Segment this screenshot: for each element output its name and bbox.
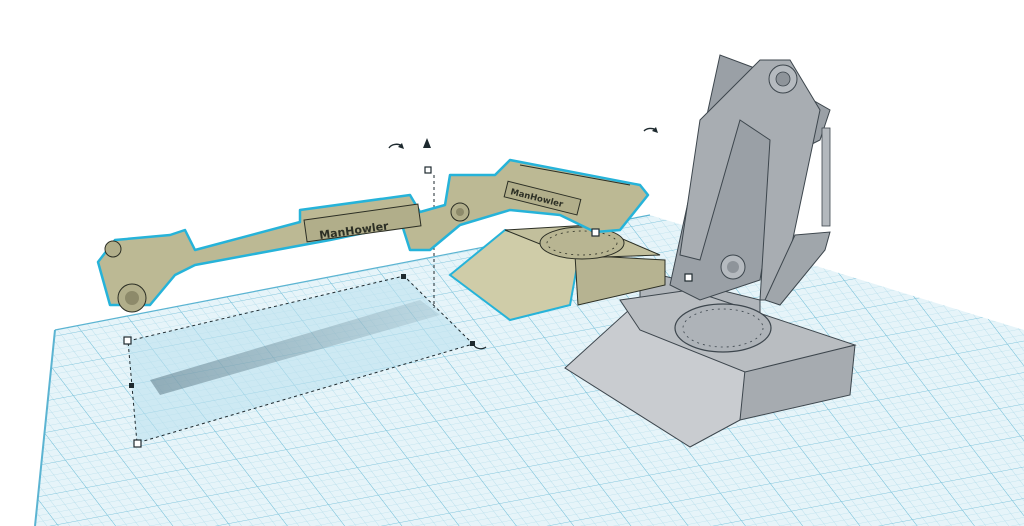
corner-handle[interactable] <box>591 228 600 237</box>
corner-handle[interactable] <box>684 273 693 282</box>
corner-handle[interactable] <box>123 336 132 345</box>
cone-up-icon[interactable] <box>423 138 431 148</box>
corner-handle[interactable] <box>133 439 142 448</box>
edge-handle[interactable] <box>129 383 134 388</box>
edge-handle[interactable] <box>401 274 406 279</box>
3d-viewport[interactable]: ManHowler ManHowler <box>0 0 1024 526</box>
height-handle[interactable] <box>424 166 432 174</box>
